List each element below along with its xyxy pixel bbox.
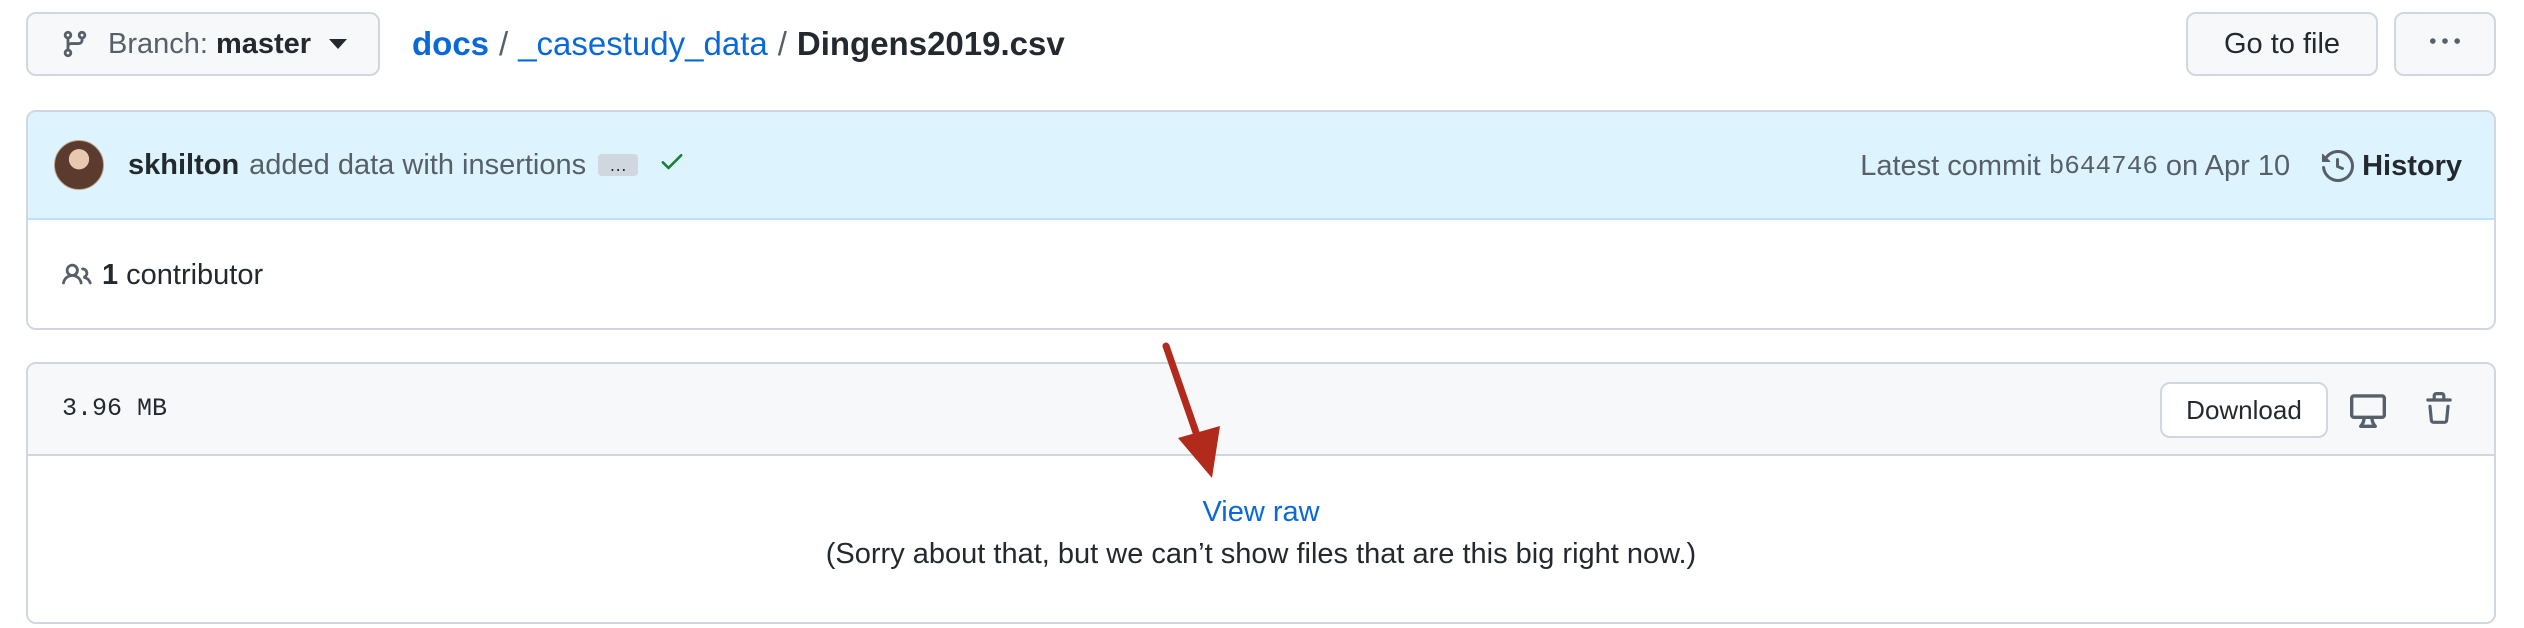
- people-icon: [60, 260, 94, 290]
- breadcrumb-folder-link[interactable]: _casestudy_data: [518, 25, 768, 63]
- file-size: 3.96 MB: [62, 394, 168, 423]
- kebab-horizontal-icon: [2430, 27, 2460, 62]
- latest-commit-box: skhilton added data with insertions … La…: [26, 110, 2496, 330]
- contributor-label: contributor: [126, 258, 264, 291]
- breadcrumb-separator: /: [777, 25, 787, 62]
- commit-date: on Apr 10: [2165, 149, 2291, 182]
- commit-author-link[interactable]: skhilton: [128, 149, 239, 182]
- more-options-button[interactable]: [2394, 12, 2496, 76]
- history-label: History: [2362, 149, 2462, 182]
- avatar[interactable]: [54, 140, 104, 190]
- expand-commit-message-button[interactable]: …: [598, 154, 639, 176]
- file-body: View raw (Sorry about that, but we can’t…: [28, 456, 2494, 622]
- git-branch-icon: [60, 27, 90, 61]
- latest-commit-label: Latest commit: [1860, 149, 2041, 182]
- history-icon: [2322, 150, 2355, 182]
- file-header: 3.96 MB Download: [28, 364, 2494, 456]
- contributor-count: 1: [102, 258, 119, 291]
- branch-label: Branch:: [108, 27, 208, 60]
- branch-selector-button[interactable]: Branch: master: [26, 12, 380, 76]
- breadcrumb-separator: /: [499, 25, 509, 62]
- history-link[interactable]: History: [2322, 150, 2462, 183]
- view-raw-link[interactable]: View raw: [28, 496, 2494, 529]
- file-too-big-message: (Sorry about that, but we can’t show fil…: [825, 538, 1697, 570]
- contributors-row[interactable]: 1 contributor: [28, 220, 2494, 328]
- branch-name: master: [215, 27, 312, 60]
- breadcrumb-current-file: Dingens2019.csv: [796, 25, 1065, 62]
- caret-down-icon: [329, 39, 348, 49]
- commit-row: skhilton added data with insertions … La…: [28, 112, 2494, 220]
- trash-icon[interactable]: [2422, 390, 2456, 428]
- go-to-file-button[interactable]: Go to file: [2186, 12, 2378, 76]
- download-button[interactable]: Download: [2160, 382, 2328, 438]
- commit-sha-link[interactable]: b644746: [2049, 151, 2158, 181]
- commit-message-link[interactable]: added data with insertions: [249, 149, 586, 182]
- breadcrumb-repo-link[interactable]: docs: [412, 25, 489, 63]
- file-viewer: 3.96 MB Download View raw (Sorry about t…: [26, 362, 2496, 624]
- breadcrumb: docs / _casestudy_data / Dingens2019.csv: [412, 22, 1065, 66]
- check-icon[interactable]: [658, 147, 686, 183]
- commit-meta: Latest commit b644746 on Apr 10 History: [1860, 112, 2462, 220]
- desktop-icon[interactable]: [2350, 392, 2388, 428]
- annotation-arrow-icon: [1162, 342, 1220, 478]
